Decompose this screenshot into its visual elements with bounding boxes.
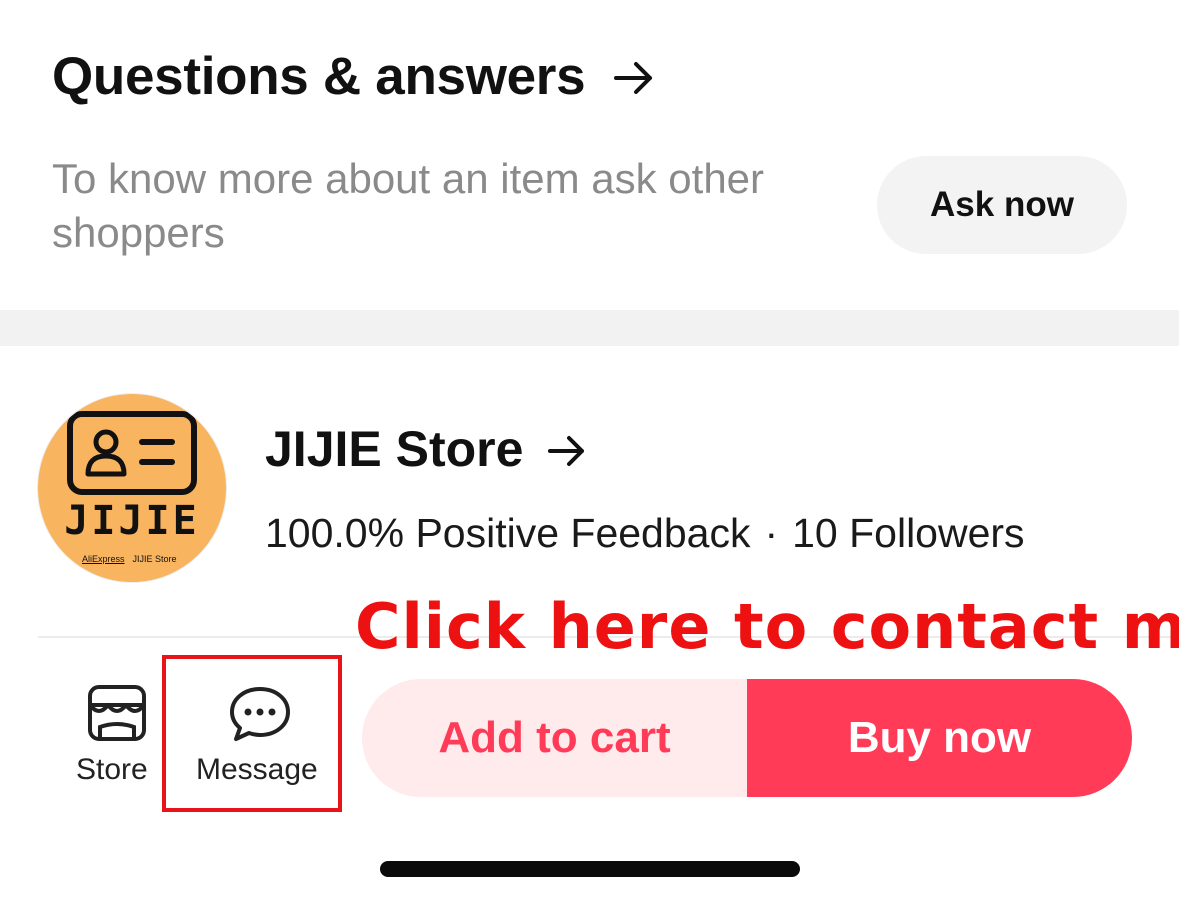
store-name: JIJIE Store	[265, 421, 524, 477]
storefront-icon	[88, 685, 146, 741]
questions-answers-link[interactable]: Questions & answers	[52, 46, 656, 111]
questions-answers-description: To know more about an item ask other sho…	[52, 155, 765, 256]
store-nav-button[interactable]: Store	[70, 683, 160, 793]
ask-now-button[interactable]: Ask now	[877, 156, 1127, 254]
store-stats: 100.0% Positive Feedback · 10 Followers	[265, 510, 1025, 557]
questions-answers-section: Questions & answers To know more about a…	[0, 0, 1179, 310]
add-to-cart-button[interactable]: Add to cart	[362, 679, 747, 797]
separator-dot: ·	[764, 510, 779, 556]
followers-count: 10 Followers	[792, 510, 1025, 556]
logo-sub-left: AliExpress	[82, 554, 125, 564]
arrow-right-icon	[547, 424, 587, 482]
arrow-right-icon	[612, 50, 656, 111]
questions-answers-title: Questions & answers	[52, 47, 586, 106]
message-highlight-box	[162, 655, 342, 812]
contact-annotation: Click here to contact me	[355, 590, 1179, 663]
logo-subtext: AliExpress JIJIE Store	[82, 554, 226, 564]
store-name-link[interactable]: JIJIE Store	[265, 420, 587, 482]
section-divider	[0, 310, 1179, 346]
home-indicator[interactable]	[380, 861, 800, 877]
store-logo[interactable]: JIJIE AliExpress JIJIE Store	[38, 394, 226, 582]
buy-now-button[interactable]: Buy now	[747, 679, 1132, 797]
positive-feedback: 100.0% Positive Feedback	[265, 510, 751, 556]
store-nav-label: Store	[76, 753, 148, 786]
logo-sub-right: JIJIE Store	[132, 554, 177, 564]
logo-wordmark: JIJIE	[64, 498, 200, 544]
